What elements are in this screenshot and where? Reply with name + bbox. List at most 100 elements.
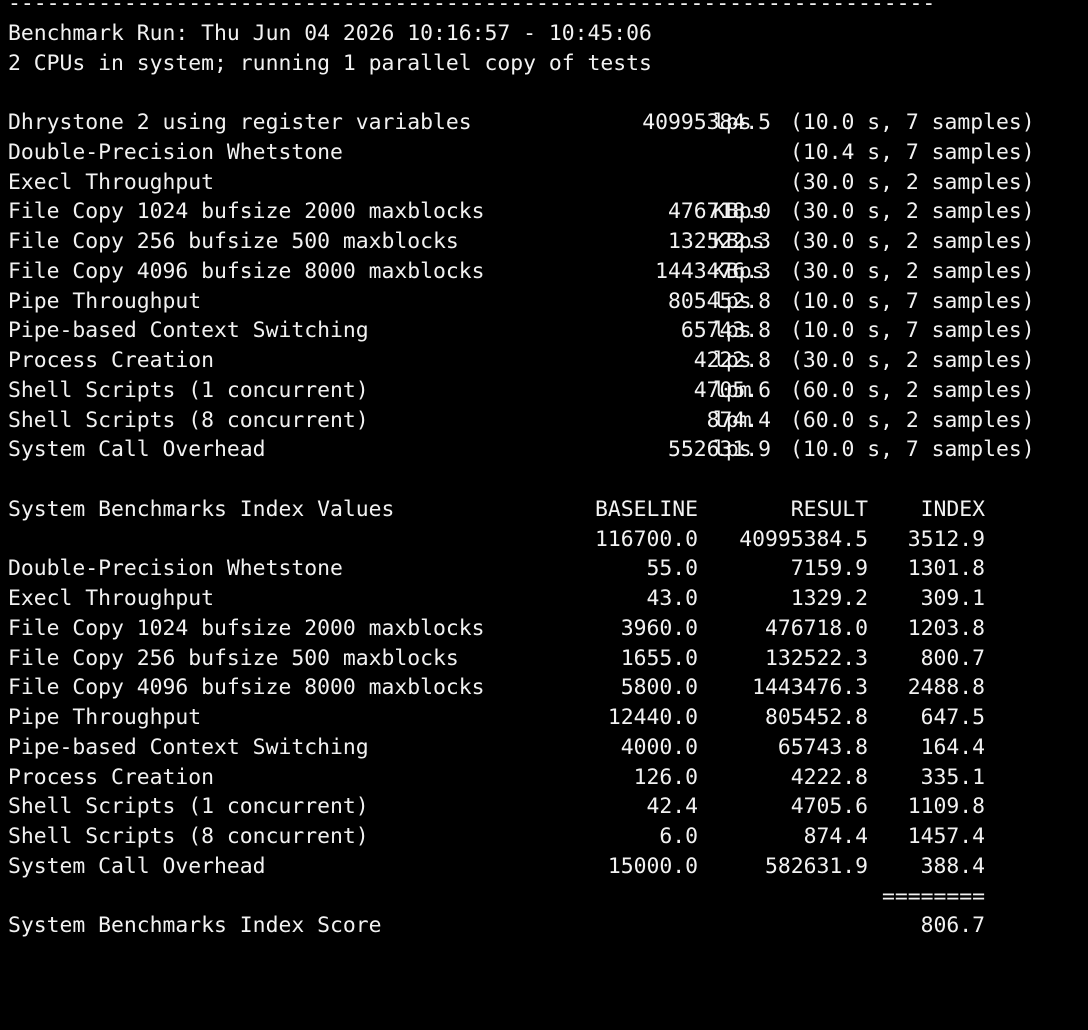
index-row-index: 1301.8 (907, 556, 985, 582)
test-samples: (10.0 s, 7 samples) (790, 318, 1035, 344)
test-samples: (30.0 s, 2 samples) (790, 258, 1035, 284)
test-row: File Copy 4096 bufsize 8000 maxblocks 144… (8, 257, 1080, 287)
index-row-baseline: 116700.0 (594, 526, 698, 552)
test-name: File Copy 256 bufsize 500 maxblocks (8, 229, 459, 254)
test-unit: KBps (713, 199, 765, 225)
terminal-output[interactable]: ----------------------------------------… (8, 0, 1080, 941)
index-row: Execl Throughput 43.0 1329.2 309.1 (8, 584, 1080, 614)
index-row: File Copy 4096 bufsize 8000 maxblocks 580… (8, 673, 1080, 703)
index-row-index: 3512.9 (907, 526, 985, 552)
test-name: Execl Throughput (8, 169, 215, 195)
index-row-index: 388.4 (920, 853, 985, 879)
test-samples: (30.0 s, 2 samples) (790, 169, 1035, 195)
index-row-index: 309.1 (920, 586, 985, 611)
test-samples: (30.0 s, 2 samples) (790, 348, 1035, 373)
index-header: INDEX (920, 496, 985, 522)
index-row-index: 647.5 (920, 705, 985, 730)
test-name: Double-Precision Whetstone (8, 139, 343, 165)
test-row: File Copy 1024 bufsize 2000 maxblocks 476… (8, 197, 1080, 227)
index-row-baseline: 43.0 (646, 586, 698, 611)
index-row-result: 1329.2 (790, 586, 868, 611)
test-row: Shell Scripts (1 concurrent) 4705.6 lpm (60… (8, 376, 1080, 406)
test-row: File Copy 256 bufsize 500 maxblocks 13252… (8, 227, 1080, 257)
run-line: Benchmark Run: Thu Jun 04 2026 10:16:57 … (8, 19, 1080, 49)
index-row: Pipe Throughput 12440.0 805452.8 647.5 (8, 703, 1080, 733)
index-row-name: System Call Overhead (8, 853, 266, 879)
result-header: RESULT (790, 496, 868, 522)
index-row-name: Pipe-based Context Switching (8, 734, 369, 760)
index-row: File Copy 1024 bufsize 2000 maxblocks 396… (8, 614, 1080, 644)
index-row-result: 805452.8 (764, 705, 868, 730)
test-results: Dhrystone 2 using register variables 4099… (8, 108, 1080, 465)
test-name: Pipe-based Context Switching (8, 318, 369, 344)
score-row: System Benchmarks Index Score 806.7 (8, 911, 1080, 941)
header-rule: ----------------------------------------… (8, 0, 1080, 19)
test-samples: (60.0 s, 2 samples) (790, 407, 1035, 433)
test-samples: (10.0 s, 7 samples) (790, 110, 1035, 135)
index-row: Shell Scripts (1 concurrent) 42.4 4705.6 11… (8, 792, 1080, 822)
test-unit: KBps (713, 258, 765, 284)
index-row-index: 335.1 (920, 764, 985, 790)
index-row-baseline: 126.0 (633, 764, 698, 790)
index-row-baseline: 3960.0 (620, 615, 698, 641)
index-row-name: Pipe Throughput (8, 705, 202, 730)
index-row-name: Execl Throughput (8, 586, 215, 611)
test-row: Shell Scripts (8 concurrent) 874.4 lpm (60.… (8, 406, 1080, 436)
test-row: Pipe-based Context Switching 65743.8 lps (1… (8, 316, 1080, 346)
test-unit: lpm (713, 377, 752, 403)
index-row-name: File Copy 1024 bufsize 2000 maxblocks (8, 615, 485, 641)
index-row-index: 2488.8 (907, 675, 985, 701)
cpu-info-text: 2 CPUs in system; running 1 parallel cop… (8, 50, 652, 76)
index-row-index: 1203.8 (907, 615, 985, 641)
score-label: System Benchmarks Index Score (8, 913, 382, 939)
test-samples: (10.0 s, 7 samples) (790, 288, 1035, 314)
test-value: 40995384.5 (642, 110, 771, 135)
test-unit: lps (713, 110, 752, 135)
test-unit: lps (713, 288, 752, 314)
index-row-index: 800.7 (920, 645, 985, 671)
test-name: Pipe Throughput (8, 288, 202, 314)
test-samples: (60.0 s, 2 samples) (790, 377, 1035, 403)
index-header-row: System Benchmarks Index Values BASELINE … (8, 495, 1080, 525)
index-row-baseline: 55.0 (646, 556, 698, 582)
index-values: 116700.0 40995384.5 3512.9 Double-Precision… (8, 525, 1080, 882)
index-row-name: Double-Precision Whetstone (8, 556, 343, 582)
index-row-baseline: 42.4 (646, 794, 698, 820)
test-row: Execl Throughput (30.0 s, 2 samples) (8, 168, 1080, 198)
test-name: Shell Scripts (1 concurrent) (8, 377, 369, 403)
index-row: Pipe-based Context Switching 4000.0 65743.… (8, 733, 1080, 763)
index-row-index: 164.4 (920, 734, 985, 760)
test-samples: (10.0 s, 7 samples) (790, 437, 1035, 463)
index-row-baseline: 15000.0 (607, 853, 698, 879)
index-row-result: 1443476.3 (752, 675, 868, 701)
index-row-result: 7159.9 (790, 556, 868, 582)
benchmark-run-text: Benchmark Run: Thu Jun 04 2026 10:16:57 … (8, 20, 652, 46)
test-unit: lps (713, 348, 752, 373)
cpu-line: 2 CPUs in system; running 1 parallel cop… (8, 49, 1080, 79)
index-title: System Benchmarks Index Values (8, 496, 395, 522)
test-name: Dhrystone 2 using register variables (8, 110, 472, 135)
index-row: Shell Scripts (8 concurrent) 6.0 874.4 1457… (8, 822, 1080, 852)
test-name: Process Creation (8, 348, 215, 373)
index-score: 806.7 (920, 913, 985, 939)
index-row-index: 1457.4 (907, 824, 985, 849)
index-row: 116700.0 40995384.5 3512.9 (8, 525, 1080, 555)
test-name: File Copy 1024 bufsize 2000 maxblocks (8, 199, 485, 225)
test-samples: (30.0 s, 2 samples) (790, 199, 1035, 225)
index-row-result: 4705.6 (790, 794, 868, 820)
index-row: File Copy 256 bufsize 500 maxblocks 1655.… (8, 644, 1080, 674)
index-row-result: 874.4 (803, 824, 868, 849)
index-row-result: 4222.8 (790, 764, 868, 790)
test-name: File Copy 4096 bufsize 8000 maxblocks (8, 258, 485, 284)
index-row-result: 65743.8 (777, 734, 868, 760)
test-row: Double-Precision Whetstone (10.4 s, 7 sam… (8, 138, 1080, 168)
index-row-name: File Copy 4096 bufsize 8000 maxblocks (8, 675, 485, 701)
test-samples: (10.4 s, 7 samples) (790, 139, 1035, 165)
index-row-baseline: 4000.0 (620, 734, 698, 760)
index-row-baseline: 6.0 (659, 824, 698, 849)
index-row-baseline: 12440.0 (607, 705, 698, 730)
index-row-name: File Copy 256 bufsize 500 maxblocks (8, 645, 459, 671)
separator-row: ======== (8, 882, 1080, 912)
